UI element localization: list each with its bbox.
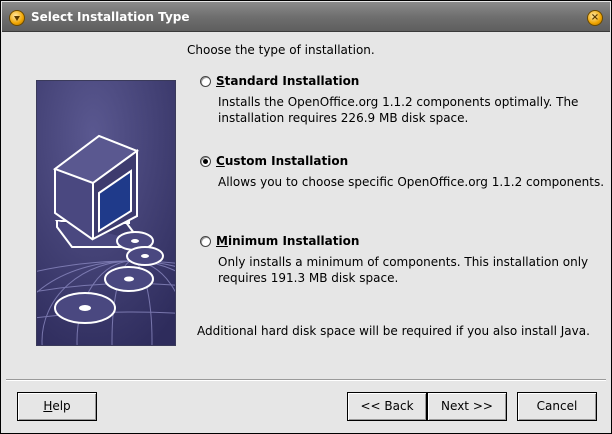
java-disk-space-note: Additional hard disk space will be requi… — [197, 324, 590, 338]
help-button[interactable]: Help — [17, 392, 97, 421]
radio-minimum[interactable] — [200, 236, 211, 247]
instruction-heading: Choose the type of installation. — [187, 43, 375, 57]
close-icon: × — [590, 12, 600, 23]
option-label: Minimum Installation — [216, 234, 360, 248]
dialog-content: Choose the type of installation. Standar… — [2, 33, 610, 433]
cancel-button[interactable]: Cancel — [517, 392, 597, 421]
next-button[interactable]: Next >> — [427, 392, 507, 421]
computer-with-discs-illustration — [36, 80, 176, 346]
radio-custom[interactable] — [200, 156, 211, 167]
option-label: Standard Installation — [216, 74, 360, 88]
radio-standard[interactable] — [200, 76, 211, 87]
option-description: Allows you to choose specific OpenOffice… — [218, 175, 605, 189]
option-label: Custom Installation — [216, 154, 349, 168]
close-button[interactable]: × — [587, 10, 603, 26]
window-title: Select Installation Type — [31, 10, 190, 24]
option-description: Installs the OpenOffice.org 1.1.2 compon… — [218, 95, 579, 125]
banner-graphic — [37, 81, 175, 345]
button-separator — [6, 379, 606, 381]
back-button[interactable]: << Back — [347, 392, 427, 421]
openoffice-logo-icon — [9, 10, 25, 26]
option-description: Only installs a minimum of components. T… — [218, 255, 589, 285]
title-bar[interactable]: Select Installation Type × — [2, 2, 610, 32]
installer-dialog: Select Installation Type × Choose the ty… — [0, 0, 612, 434]
